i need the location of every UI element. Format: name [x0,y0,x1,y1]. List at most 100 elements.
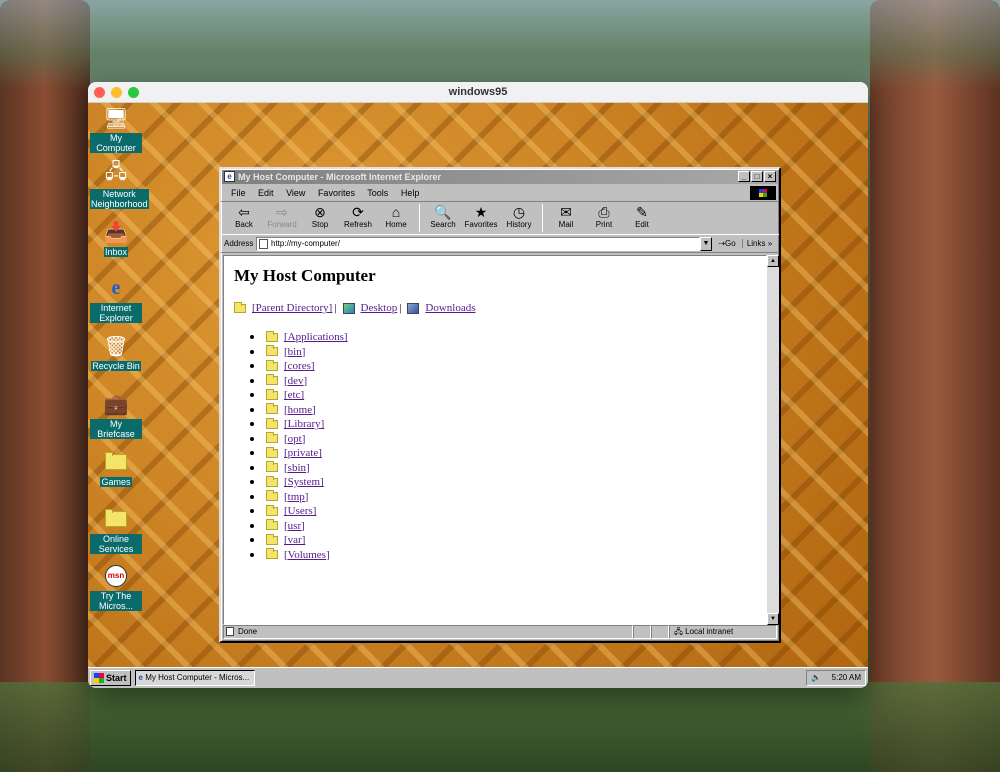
folder-icon [102,506,130,532]
address-dropdown-button[interactable]: ▼ [700,237,712,251]
address-input[interactable]: http://my-computer/ [256,237,700,251]
history-icon: ◷ [500,204,538,220]
speaker-icon[interactable]: 🔈 [811,671,821,685]
separator: | [399,302,401,314]
menu-help[interactable]: Help [401,188,420,198]
desktop-icon-online-services[interactable]: Online Services [90,506,142,554]
desktop-icon-network[interactable]: 🖧 Network Neighborhood [90,161,142,209]
desktop-icon-my-computer[interactable]: 🖥 My Computer [90,105,142,153]
history-label: History [500,220,538,229]
desktop-icon-inbox[interactable]: 📥 Inbox [90,219,142,257]
bullet [250,509,254,513]
go-label: Go [725,239,736,248]
maximize-button[interactable]: □ [751,171,763,182]
directory-link[interactable]: [opt] [284,432,305,447]
maximize-window-button[interactable] [128,87,139,98]
history-button[interactable]: ◷History [500,202,538,229]
directory-link[interactable]: [usr] [284,519,305,534]
windows-logo-icon [94,673,104,683]
menu-edit[interactable]: Edit [258,188,274,198]
desktop-icon-label: Online Services [90,534,142,554]
forward-button[interactable]: ⇨Forward [263,202,301,229]
menu-tools[interactable]: Tools [367,188,388,198]
directory-link[interactable]: [bin] [284,345,305,360]
back-button[interactable]: ⇦Back [225,202,263,229]
print-icon: ⎙ [585,204,623,220]
forward-label: Forward [263,220,301,229]
network-icon: 🖧 [102,161,130,187]
minimize-window-button[interactable] [111,87,122,98]
status-cell [633,625,651,639]
directory-item: [home] [250,403,348,418]
directory-link[interactable]: [Volumes] [284,548,330,563]
directory-link[interactable]: [tmp] [284,490,308,505]
links-button[interactable]: Links » [742,239,776,248]
home-label: Home [377,220,415,229]
directory-link[interactable]: [Users] [284,504,316,519]
address-label: Address [224,239,256,248]
directory-link[interactable]: [home] [284,403,316,418]
ie-window-controls: _ □ × [738,171,776,182]
bullet [250,437,254,441]
directory-link[interactable]: [System] [284,475,324,490]
parent-directory-link[interactable]: [Parent Directory] [252,302,332,314]
downloads-link[interactable]: Downloads [425,302,475,314]
close-window-button[interactable] [94,87,105,98]
folder-icon [266,550,278,559]
status-bar: Done 🖧 Local intranet [223,625,777,639]
desktop-icon-label: Inbox [104,247,128,257]
refresh-icon: ⟳ [339,204,377,220]
refresh-label: Refresh [339,220,377,229]
search-button[interactable]: 🔍Search [424,202,462,229]
menu-view[interactable]: View [286,188,305,198]
desktop-icon-internet-explorer[interactable]: e Internet Explorer [90,275,142,323]
vertical-scrollbar[interactable]: ▲ ▼ [767,255,779,625]
back-label: Back [225,220,263,229]
scroll-down-button[interactable]: ▼ [767,613,779,625]
directory-link[interactable]: [etc] [284,388,304,403]
desktop-icon-label: Network Neighborhood [90,189,149,209]
stop-button[interactable]: ⊗Stop [301,202,339,229]
edit-button[interactable]: ✎Edit [623,202,661,229]
page-title: My Host Computer [234,266,376,286]
bullet [250,451,254,455]
close-button[interactable]: × [764,171,776,182]
downloads-icon [407,303,419,314]
menu-favorites[interactable]: Favorites [318,188,355,198]
directory-link[interactable]: [cores] [284,359,315,374]
menu-file[interactable]: File [231,188,246,198]
minimize-button[interactable]: _ [738,171,750,182]
directory-link[interactable]: [private] [284,446,322,461]
ie-titlebar[interactable]: e My Host Computer - Microsoft Internet … [222,170,778,184]
desktop-icon-msn[interactable]: msn Try The Micros... [90,563,142,611]
ie-page-icon: e [139,673,143,682]
recycle-bin-icon: 🗑 [102,333,130,359]
taskbar-item-ie[interactable]: e My Host Computer - Micros... [135,670,255,686]
edit-label: Edit [623,220,661,229]
directory-link[interactable]: [Library] [284,417,324,432]
forward-arrow-icon: ⇨ [263,204,301,220]
folder-icon [266,521,278,530]
separator: | [334,302,336,314]
folder-icon [266,478,278,487]
mail-button[interactable]: ✉Mail [547,202,585,229]
directory-link[interactable]: [var] [284,533,305,548]
go-button[interactable]: ⇢Go [712,239,742,248]
scroll-up-button[interactable]: ▲ [767,255,779,267]
refresh-button[interactable]: ⟳Refresh [339,202,377,229]
desktop-icon-briefcase[interactable]: 💼 My Briefcase [90,391,142,439]
desktop-icon-label: Try The Micros... [90,591,142,611]
home-button[interactable]: ⌂Home [377,202,415,229]
desktop-link[interactable]: Desktop [361,302,398,314]
start-button[interactable]: Start [90,670,131,686]
print-button[interactable]: ⎙Print [585,202,623,229]
desktop-icon-recycle-bin[interactable]: 🗑 Recycle Bin [90,333,142,371]
ie-toolbar: ⇦Back ⇨Forward ⊗Stop ⟳Refresh ⌂Home 🔍Sea… [221,201,779,235]
favorites-button[interactable]: ★Favorites [462,202,500,229]
directory-link[interactable]: [Applications] [284,330,348,345]
bullet [250,335,254,339]
directory-link[interactable]: [sbin] [284,461,310,476]
bullet [250,466,254,470]
directory-link[interactable]: [dev] [284,374,307,389]
desktop-icon-games[interactable]: Games [90,449,142,487]
